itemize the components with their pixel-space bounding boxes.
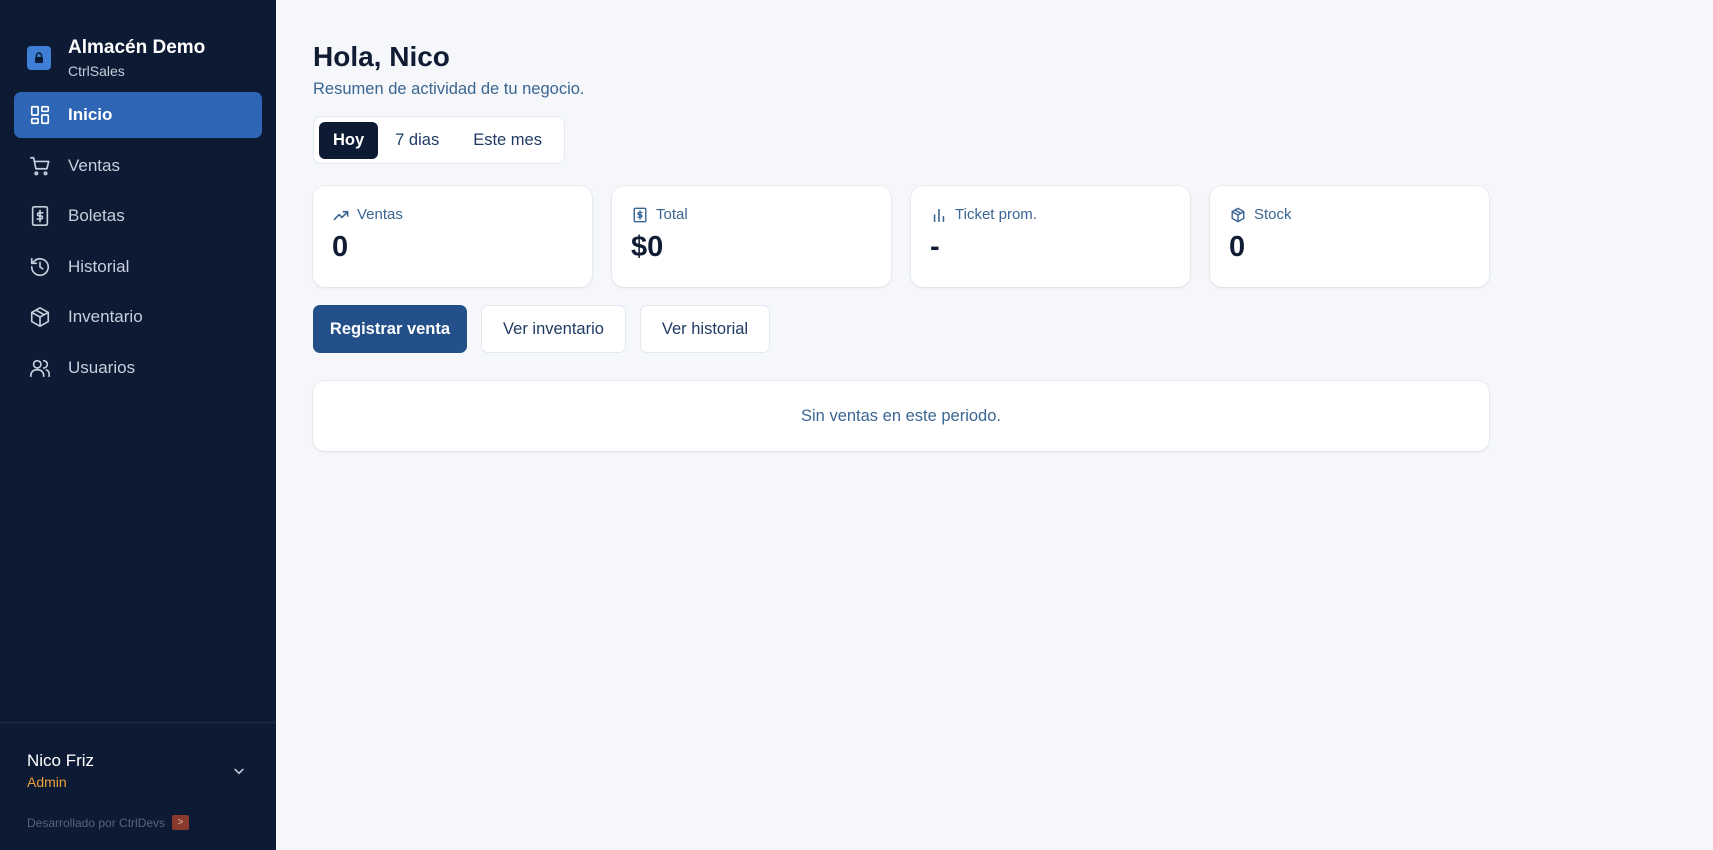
stat-card-ventas: Ventas 0: [313, 186, 592, 287]
stat-card-ticket: Ticket prom. -: [911, 186, 1190, 287]
sidebar-item-label: Boletas: [68, 206, 125, 226]
register-sale-button[interactable]: Registrar venta: [313, 305, 467, 353]
history-icon: [28, 255, 52, 279]
sidebar-footer: Nico Friz Admin Desarrollado por CtrlDev…: [0, 722, 276, 850]
stat-label: Ticket prom.: [955, 206, 1037, 223]
empty-state-text: Sin ventas en este periodo.: [801, 406, 1001, 425]
sidebar-item-inicio[interactable]: Inicio: [14, 92, 262, 138]
sidebar-item-boletas[interactable]: Boletas: [14, 193, 262, 239]
period-this-month[interactable]: Este mes: [456, 122, 559, 159]
trending-up-icon: [332, 206, 350, 224]
cart-icon: [28, 154, 52, 178]
period-selector: Hoy 7 dias Este mes: [313, 116, 565, 164]
stat-value: $0: [631, 231, 664, 263]
sidebar-item-label: Inicio: [68, 105, 113, 124]
user-menu[interactable]: Nico Friz Admin: [0, 723, 276, 791]
empty-state: Sin ventas en este periodo.: [313, 381, 1489, 451]
page-subtitle: Resumen de actividad de tu negocio.: [313, 80, 585, 98]
stat-card-stock: Stock 0: [1210, 186, 1489, 287]
dollar-receipt-icon: [631, 206, 649, 224]
stat-value: 0: [1229, 231, 1246, 263]
stats-row: Ventas 0 Total $0 Ticket prom. - Stock 0: [313, 186, 1489, 287]
sidebar-item-label: Inventario: [68, 307, 143, 327]
box-icon: [1229, 206, 1247, 224]
sidebar-item-ventas[interactable]: Ventas: [14, 143, 262, 189]
main-content: Hola, Nico Resumen de actividad de tu ne…: [313, 40, 1489, 451]
sidebar-item-label: Usuarios: [68, 357, 136, 377]
stat-label: Total: [656, 206, 688, 223]
sidebar-item-label: Ventas: [68, 155, 120, 175]
store-lock-icon: [27, 46, 51, 70]
view-history-button[interactable]: Ver historial: [640, 305, 770, 353]
dashboard-grid-icon: [28, 103, 52, 127]
sidebar-item-historial[interactable]: Historial: [14, 244, 262, 290]
brand-subtitle: CtrlSales: [68, 63, 125, 79]
stat-label: Stock: [1254, 206, 1292, 223]
dev-credit-text: Desarrollado por CtrlDevs: [27, 815, 166, 830]
stat-card-total: Total $0: [612, 186, 891, 287]
view-inventory-button[interactable]: Ver inventario: [481, 305, 626, 353]
brand-title: Almacén Demo: [68, 37, 206, 58]
brand[interactable]: Almacén Demo CtrlSales: [0, 0, 276, 92]
sidebar: Almacén Demo CtrlSales Inicio Ventas Bol…: [0, 0, 276, 850]
bar-chart-icon: [930, 206, 948, 224]
users-icon: [28, 356, 52, 380]
sidebar-item-label: Historial: [68, 256, 130, 276]
stat-value: 0: [332, 231, 349, 263]
receipt-dollar-icon: [28, 204, 52, 228]
box-icon: [28, 305, 52, 329]
period-7-days[interactable]: 7 dias: [378, 122, 456, 159]
sidebar-item-usuarios[interactable]: Usuarios: [14, 345, 262, 391]
sidebar-nav: Inicio Ventas Boletas Historial Inventar…: [0, 92, 276, 396]
stat-value: -: [930, 231, 940, 263]
user-name: Nico Friz: [27, 751, 95, 770]
quick-actions: Registrar venta Ver inventario Ver histo…: [313, 305, 1489, 353]
user-role: Admin: [27, 774, 67, 790]
chevron-down-icon[interactable]: [230, 762, 248, 780]
stat-label: Ventas: [357, 206, 403, 223]
page-title: Hola, Nico: [313, 41, 450, 72]
dev-credit: Desarrollado por CtrlDevs >: [0, 791, 276, 830]
period-today[interactable]: Hoy: [319, 121, 379, 159]
ctrldevs-logo-icon[interactable]: >: [172, 815, 190, 830]
sidebar-item-inventario[interactable]: Inventario: [14, 294, 262, 340]
